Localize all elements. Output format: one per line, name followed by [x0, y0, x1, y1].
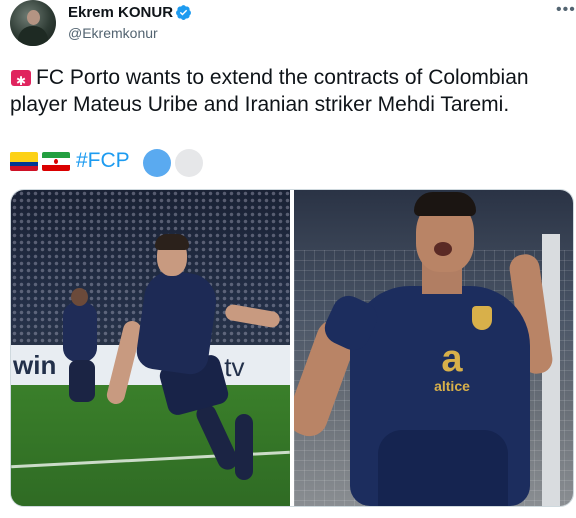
author-name[interactable]: Ekrem KONUR — [68, 4, 173, 21]
player-leg — [235, 414, 253, 480]
more-options-icon[interactable]: ••• — [556, 2, 576, 18]
player-mouth — [434, 242, 452, 256]
sponsor-logo: a altice — [422, 340, 482, 394]
media-grid: win .tv a altice — [10, 189, 574, 507]
colombia-flag-icon — [10, 152, 38, 171]
tweet-text: ✱ FC Porto wants to extend the contracts … — [10, 64, 570, 118]
hashtag-link[interactable]: #FCP — [76, 149, 130, 173]
player-shirt — [134, 267, 220, 377]
author-handle[interactable]: @Ekremkonur — [68, 25, 158, 41]
background-player-head — [71, 288, 88, 306]
avatar-shoulder — [18, 26, 48, 46]
sponsor-logo-mark: a — [441, 338, 463, 380]
photo-uribe[interactable]: win .tv — [11, 190, 290, 506]
tweet-body: FC Porto wants to extend the contracts o… — [10, 66, 529, 116]
background-player-body — [63, 302, 97, 362]
verified-icon — [176, 5, 191, 20]
blue-circle-icon — [143, 149, 171, 177]
avatar-head — [27, 10, 40, 25]
siren-icon: ✱ — [10, 67, 32, 88]
white-circle-icon — [175, 149, 203, 177]
photo-taremi[interactable]: a altice — [294, 190, 573, 506]
player-shorts — [378, 430, 508, 506]
background-player-legs — [69, 360, 95, 402]
sponsor-logo-text: altice — [434, 378, 470, 394]
avatar[interactable] — [10, 0, 56, 46]
iran-flag-icon — [42, 152, 70, 171]
club-crest-icon — [472, 306, 492, 330]
player-hair — [155, 234, 189, 250]
player-hair — [414, 192, 476, 216]
tweet: Ekrem KONUR @Ekremkonur ••• ✱ FC Porto wa… — [0, 0, 576, 518]
emoji-row: #FCP — [10, 149, 570, 177]
ad-board-text-left: win — [13, 350, 57, 380]
